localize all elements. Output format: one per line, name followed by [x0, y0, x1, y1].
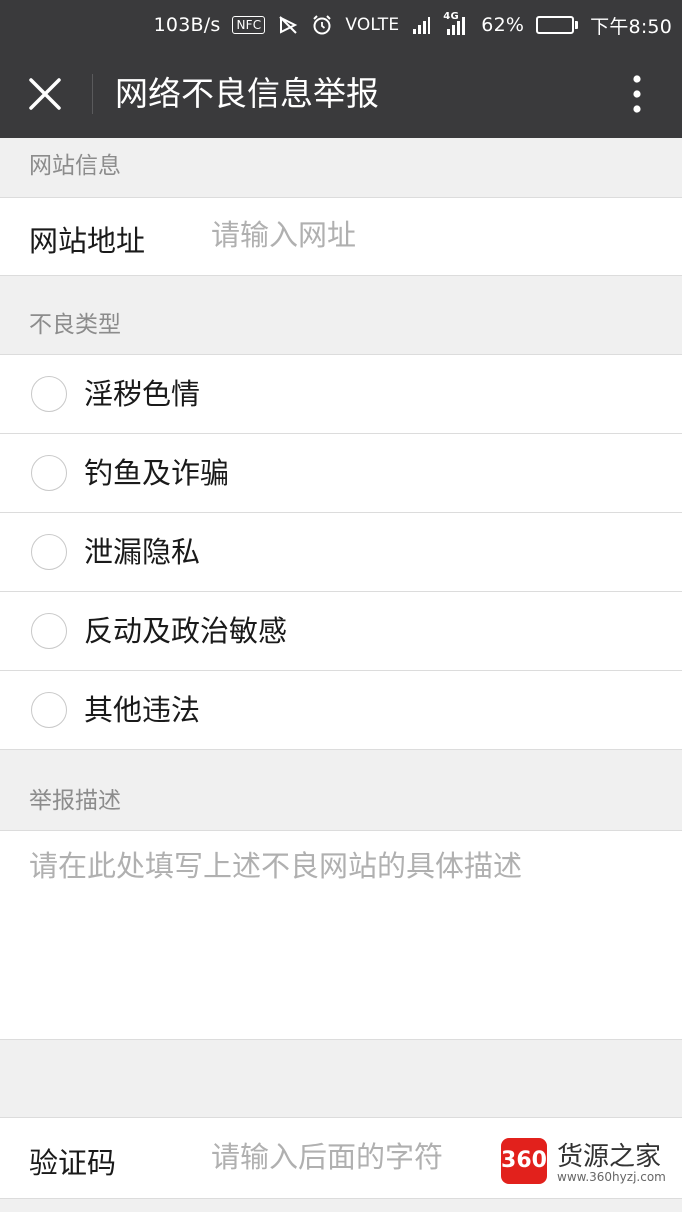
page-title: 网络不良信息举报 — [115, 74, 379, 113]
more-options-button[interactable] — [622, 72, 652, 116]
status-bar: 103B/s NFC VOLTE 4G 62% 下午8:50 — [0, 0, 682, 50]
radio-button[interactable] — [31, 692, 67, 728]
type-option-porn[interactable]: 淫秽色情 — [0, 355, 682, 434]
type-option-label: 淫秽色情 — [84, 377, 201, 411]
description-input[interactable] — [29, 846, 649, 1026]
type-option-other[interactable]: 其他违法 — [0, 671, 682, 750]
network-4g-icon: 4G — [443, 11, 469, 37]
website-url-label: 网站地址 — [29, 224, 146, 258]
close-button[interactable] — [22, 72, 68, 116]
network-speed: 103B/s — [153, 14, 221, 36]
description-section-header: 举报描述 — [29, 788, 121, 814]
watermark-logo: 360 — [501, 1138, 547, 1184]
type-option-privacy[interactable]: 泄漏隐私 — [0, 513, 682, 592]
type-option-label: 反动及政治敏感 — [84, 614, 288, 648]
radio-button[interactable] — [31, 613, 67, 649]
website-section-header: 网站信息 — [29, 153, 121, 179]
type-option-political[interactable]: 反动及政治敏感 — [0, 592, 682, 671]
watermark-url: www.360hyzj.com — [557, 1170, 666, 1184]
website-url-input[interactable] — [211, 218, 511, 252]
captcha-input[interactable] — [211, 1140, 481, 1174]
signal-icon — [411, 15, 431, 35]
close-icon — [29, 78, 61, 110]
type-option-label: 钓鱼及诈骗 — [84, 456, 230, 490]
watermark-name: 货源之家 — [557, 1142, 662, 1172]
app-bar: 网络不良信息举报 — [0, 50, 682, 138]
captcha-label: 验证码 — [29, 1146, 117, 1180]
website-url-row: 网站地址 — [0, 197, 682, 276]
vibrate-icon — [277, 14, 299, 36]
type-option-phishing[interactable]: 钓鱼及诈骗 — [0, 434, 682, 513]
nfc-icon: NFC — [232, 16, 266, 34]
more-vert-icon — [633, 75, 641, 113]
type-option-label: 泄漏隐私 — [84, 535, 201, 569]
radio-button[interactable] — [31, 376, 67, 412]
battery-percent: 62% — [481, 14, 525, 36]
battery-icon — [536, 16, 579, 34]
watermark: 360 货源之家 www.360hyzj.com — [497, 1132, 677, 1192]
type-section-header: 不良类型 — [29, 312, 121, 338]
type-option-label: 其他违法 — [84, 693, 201, 727]
radio-button[interactable] — [31, 534, 67, 570]
app-bar-divider — [92, 74, 93, 114]
radio-button[interactable] — [31, 455, 67, 491]
clock: 下午8:50 — [590, 15, 672, 38]
alarm-icon — [311, 14, 333, 36]
volte-label: VOLTE — [345, 15, 400, 35]
